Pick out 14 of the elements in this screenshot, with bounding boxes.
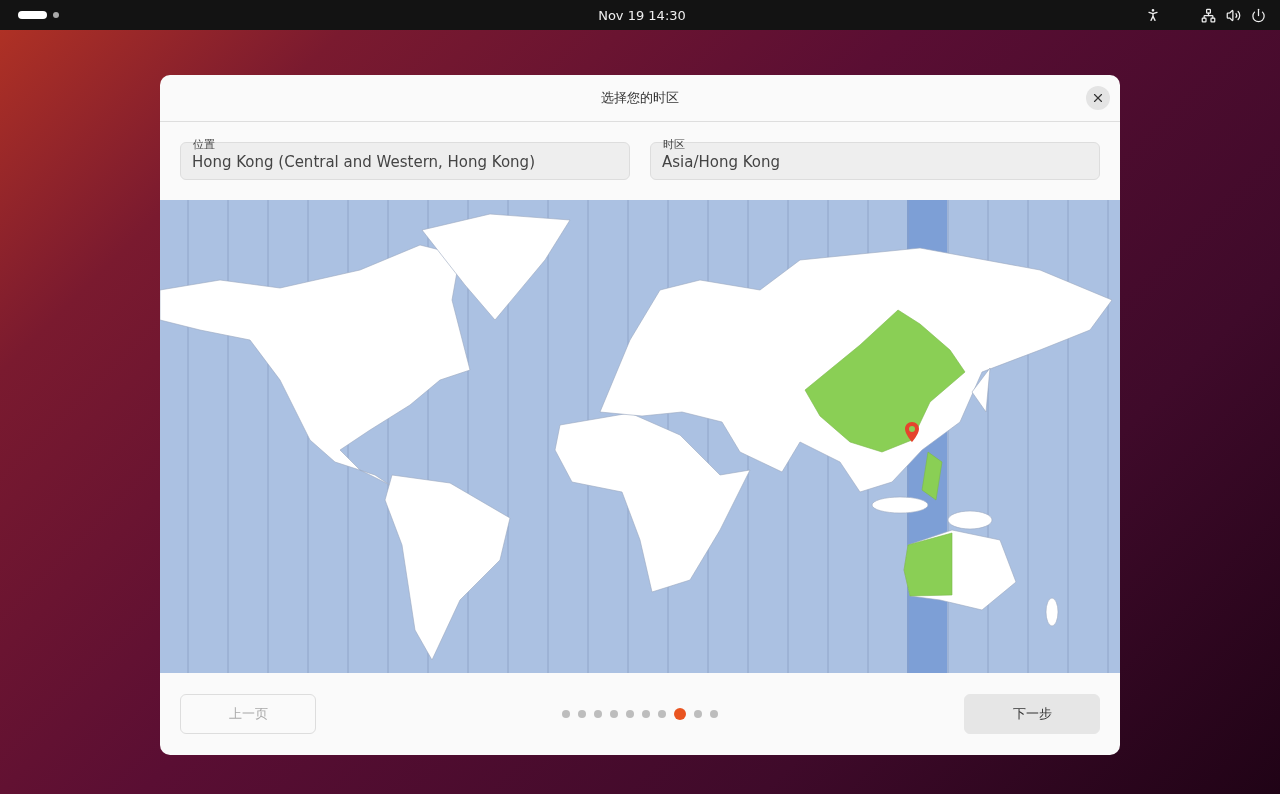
clock[interactable]: Nov 19 14:30 xyxy=(598,7,686,23)
next-button[interactable]: 下一步 xyxy=(964,694,1100,734)
network-icon[interactable] xyxy=(1201,7,1216,23)
workspace-dot[interactable] xyxy=(53,12,59,18)
location-pin-icon xyxy=(905,422,919,442)
close-button[interactable] xyxy=(1086,86,1110,110)
power-icon[interactable] xyxy=(1251,7,1266,23)
field-value: Asia/Hong Kong xyxy=(662,153,781,171)
workspace-indicator[interactable] xyxy=(18,11,47,19)
accessibility-icon[interactable] xyxy=(1145,7,1161,23)
dialog-title: 选择您的时区 xyxy=(601,89,679,107)
volume-icon[interactable] xyxy=(1226,7,1241,23)
field-value: Hong Kong (Central and Western, Hong Kong) xyxy=(192,153,535,171)
close-icon xyxy=(1091,91,1105,105)
